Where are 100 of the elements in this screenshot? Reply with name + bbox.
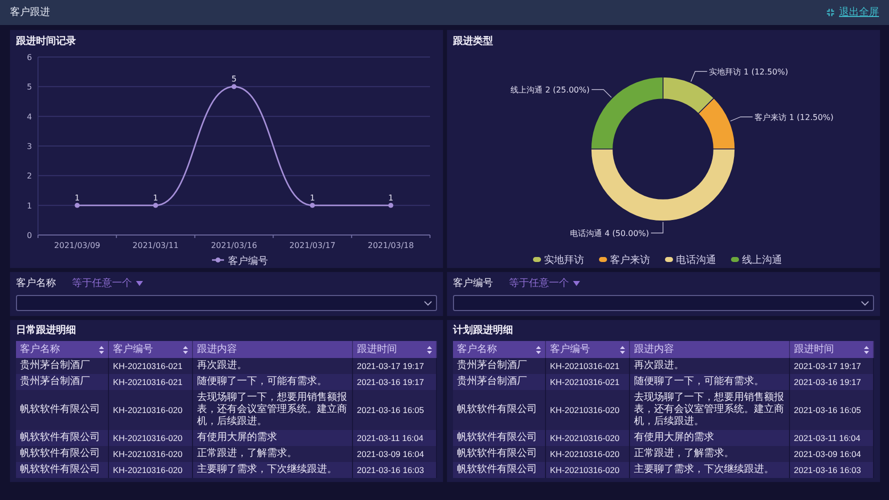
table-cell: 去现场聊了一下，想要用销售额报表，还有会议室管理系统。建立商机，后续跟进。 [630,390,790,430]
table-cell: 随便聊了一下，可能有需求。 [630,374,790,390]
table-cell: KH-20210316-020 [546,462,630,478]
panel-title: 跟进时间记录 [16,35,77,49]
chart-label: 客户来访 1 (12.50%) [754,112,834,122]
axis-label: 3 [26,142,32,151]
column-header[interactable]: 客户名称 [16,341,108,358]
select-field[interactable] [453,295,874,311]
legend-icon [731,257,739,262]
table-cell: 再次跟进。 [630,358,790,374]
leader-line [690,71,708,82]
chart-label: 实地拜访 1 (12.50%) [709,67,788,76]
column-header[interactable]: 客户编号 [546,341,630,358]
table-cell: 帆软软件有限公司 [16,446,108,462]
select-field[interactable] [16,295,437,311]
table-cell: 贵州茅台制酒厂 [453,358,546,374]
data-label: 5 [231,74,237,84]
table-cell: 2021-03-09 16:04 [789,446,874,462]
legend-icon [212,258,224,262]
sort-icon [99,346,104,354]
table-cell: 2021-03-11 16:04 [352,430,436,446]
table-cell: 随便聊了一下，可能有需求。 [192,374,352,390]
axis-label: 2021/03/18 [368,241,414,250]
legend-label: 客户编号 [228,256,268,267]
table-cell: 2021-03-16 19:17 [352,374,436,390]
column-header[interactable]: 客户名称 [453,341,546,358]
chevron-icon [861,300,869,306]
data-label: 1 [310,193,315,202]
legend-label: 线上沟通 [742,255,782,266]
table-cell: 2021-03-11 16:04 [789,430,874,446]
axis-label: 2 [26,172,32,181]
legend-icon [665,257,673,262]
table-cell: KH-20210316-021 [108,358,193,374]
data-label: 1 [388,193,394,202]
table-cell: KH-20210316-021 [108,374,193,390]
filter-label: 客户编号 [453,276,493,291]
sort-icon [183,346,188,354]
table-cell: 有使用大屏的需求 [630,430,790,446]
table-cell: KH-20210316-020 [108,462,193,478]
column-header[interactable]: 跟进时间 [789,341,874,358]
operator-dropdown[interactable]: 等于任意一个 [509,276,580,291]
table-cell: KH-20210316-020 [108,446,193,462]
sort-icon [427,346,432,354]
leader-line [591,89,612,98]
table-cell: 帆软软件有限公司 [453,430,546,446]
operator-dropdown[interactable]: 等于任意一个 [72,276,143,291]
legend-icon [533,257,541,262]
sort-icon [620,346,626,354]
axis-label: 2021/03/09 [54,241,100,250]
table-cell: 主要聊了需求，下次继续跟进。 [192,462,352,478]
panel-title: 计划跟进明细 [453,324,514,338]
data-point [153,202,158,208]
column-header[interactable]: 跟进时间 [352,341,436,358]
table-cell: 再次跟进。 [192,358,352,374]
sort-icon [864,346,869,354]
table-cell: 去现场聊了一下，想要用销售额报表，还有会议室管理系统。建立商机，后续跟进。 [192,390,352,430]
table-cell: KH-20210316-021 [546,358,630,374]
table-cell: KH-20210316-021 [546,374,630,390]
axis-label: 2021/03/17 [289,241,336,250]
data-point [310,202,315,208]
table-cell: 帆软软件有限公司 [16,390,108,430]
table-cell: 贵州茅台制酒厂 [16,374,108,390]
data-point [232,84,236,90]
chevron-icon [424,300,432,306]
table-cell: 2021-03-16 16:03 [352,462,436,478]
page-title: 客户跟进 [10,6,50,20]
table-cell: 帆软软件有限公司 [16,430,108,446]
table-cell: 帆软软件有限公司 [453,462,546,478]
column-header: 跟进内容 [630,341,790,358]
table-cell: 2021-03-09 16:04 [352,446,436,462]
data-point [74,202,80,208]
table-cell: 2021-03-16 16:03 [789,462,874,478]
fullscreen-icon [826,8,835,17]
axis-label: 5 [26,82,32,92]
caret-icon [573,281,580,286]
column-header[interactable]: 客户编号 [108,341,193,358]
table-cell: 帆软软件有限公司 [16,462,108,478]
table-cell: 贵州茅台制酒厂 [453,374,546,390]
axis-label: 1 [26,201,32,210]
caret-icon [136,281,143,286]
axis-label: 2021/03/16 [210,241,258,250]
axis-label: 4 [26,112,32,122]
table-cell: 主要聊了需求，下次继续跟进。 [630,462,790,478]
table-cell: KH-20210316-020 [546,446,630,462]
leader-line [650,222,664,234]
legend-label: 电话沟通 [676,255,716,266]
table-cell: 2021-03-17 19:17 [352,358,436,374]
data-point [388,202,394,208]
data-label: 1 [153,193,158,202]
leader-line [730,116,753,122]
table-cell: 2021-03-16 16:05 [352,390,436,430]
table-cell: 帆软软件有限公司 [453,390,546,430]
exit-fullscreen-link[interactable]: 退出全屏 [826,5,879,20]
legend-label: 实地拜访 [544,255,584,266]
table-cell: 2021-03-16 16:05 [789,390,874,430]
panel-title: 日常跟进明细 [16,324,77,338]
table-cell: KH-20210316-020 [108,430,193,446]
axis-label: 6 [26,53,32,62]
axis-label: 0 [26,231,32,240]
axis-label: 2021/03/11 [132,241,179,250]
